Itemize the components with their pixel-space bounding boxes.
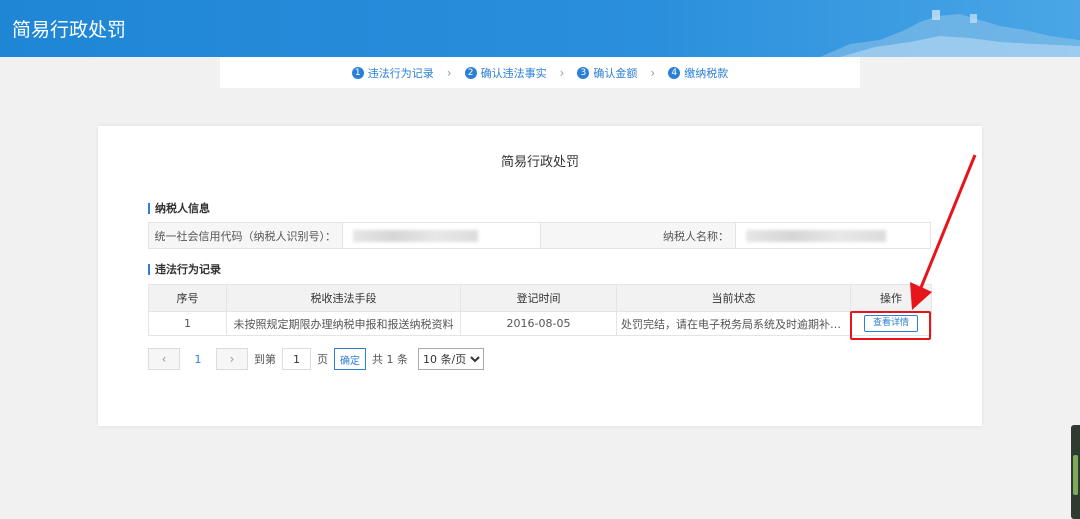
great-wall-decoration bbox=[820, 10, 1080, 57]
step-1: 1 违法行为记录 bbox=[351, 65, 434, 81]
goto-prefix: 到第 bbox=[254, 353, 276, 366]
page-scrollbar[interactable] bbox=[1071, 425, 1080, 519]
step-3: 3 确认金额 bbox=[577, 65, 637, 81]
cell-index: 1 bbox=[148, 311, 227, 336]
chevron-right-icon: › bbox=[559, 65, 565, 80]
step-3-label: 确认金额 bbox=[593, 66, 638, 80]
step-2-number: 2 bbox=[464, 66, 477, 79]
violation-records-table: 序号 税收违法手段 登记时间 当前状态 操作 1 未按照规定期限办理纳税申报和报… bbox=[148, 284, 932, 336]
prev-page-button[interactable]: ‹ bbox=[148, 348, 180, 370]
credit-code-label: 统一社会信用代码（纳税人识别号）： bbox=[149, 223, 343, 248]
taxpayer-info-table: 统一社会信用代码（纳税人识别号）： 纳税人名称： bbox=[148, 222, 931, 249]
table-header-row: 序号 税收违法手段 登记时间 当前状态 操作 bbox=[148, 284, 932, 312]
redacted-value bbox=[746, 229, 886, 242]
page-size-select[interactable]: 10 条/页 bbox=[418, 348, 484, 370]
col-header-index: 序号 bbox=[148, 284, 227, 312]
cell-means: 未按照规定期限办理纳税申报和报送纳税资料 bbox=[226, 311, 461, 336]
col-header-means: 税收违法手段 bbox=[226, 284, 461, 312]
goto-suffix: 页 bbox=[317, 353, 328, 366]
table-row: 1 未按照规定期限办理纳税申报和报送纳税资料 2016-08-05 处罚完结，请… bbox=[148, 311, 932, 336]
taxpayer-name-label: 纳税人名称： bbox=[541, 223, 736, 248]
total-count: 共 1 条 bbox=[372, 353, 408, 366]
step-2-label: 确认违法事实 bbox=[480, 66, 547, 80]
penalty-card: 简易行政处罚 纳税人信息 统一社会信用代码（纳税人识别号）： 纳税人名称： 违法… bbox=[98, 126, 982, 426]
current-page[interactable]: 1 bbox=[180, 353, 216, 366]
taxpayer-info-heading: 纳税人信息 bbox=[148, 203, 210, 214]
card-title: 简易行政处罚 bbox=[500, 155, 579, 170]
step-4-number: 4 bbox=[668, 66, 681, 79]
app-title: 简易行政处罚 bbox=[12, 19, 127, 41]
pagination: ‹ 1 › 到第 页 确定 共 1 条 10 条/页 bbox=[148, 348, 484, 370]
records-heading: 违法行为记录 bbox=[148, 264, 221, 275]
step-3-number: 3 bbox=[577, 66, 590, 79]
annotation-highlight-box bbox=[850, 311, 931, 340]
scrollbar-thumb[interactable] bbox=[1073, 455, 1078, 495]
goto-confirm-button[interactable]: 确定 bbox=[334, 348, 366, 370]
step-2: 2 确认违法事实 bbox=[464, 65, 547, 81]
step-4-label: 缴纳税款 bbox=[684, 66, 729, 80]
cell-status: 处罚完结，请在电子税务局系统及时逾期补报相... bbox=[616, 311, 851, 336]
step-1-number: 1 bbox=[351, 66, 364, 79]
cell-time: 2016-08-05 bbox=[460, 311, 617, 336]
credit-code-value bbox=[343, 223, 541, 248]
step-4: 4 缴纳税款 bbox=[668, 65, 728, 81]
step-1-label: 违法行为记录 bbox=[367, 66, 434, 80]
step-indicator: 1 违法行为记录 › 2 确认违法事实 › 3 确认金额 › 4 缴纳税款 bbox=[220, 57, 860, 88]
next-page-button[interactable]: › bbox=[216, 348, 248, 370]
goto-page-input[interactable] bbox=[282, 348, 311, 370]
annotation-arrow bbox=[910, 154, 977, 310]
app-header: 简易行政处罚 bbox=[0, 0, 1080, 57]
chevron-right-icon: › bbox=[650, 65, 656, 80]
col-header-time: 登记时间 bbox=[460, 284, 617, 312]
redacted-value bbox=[353, 229, 478, 242]
col-header-status: 当前状态 bbox=[616, 284, 851, 312]
chevron-right-icon: › bbox=[446, 65, 452, 80]
